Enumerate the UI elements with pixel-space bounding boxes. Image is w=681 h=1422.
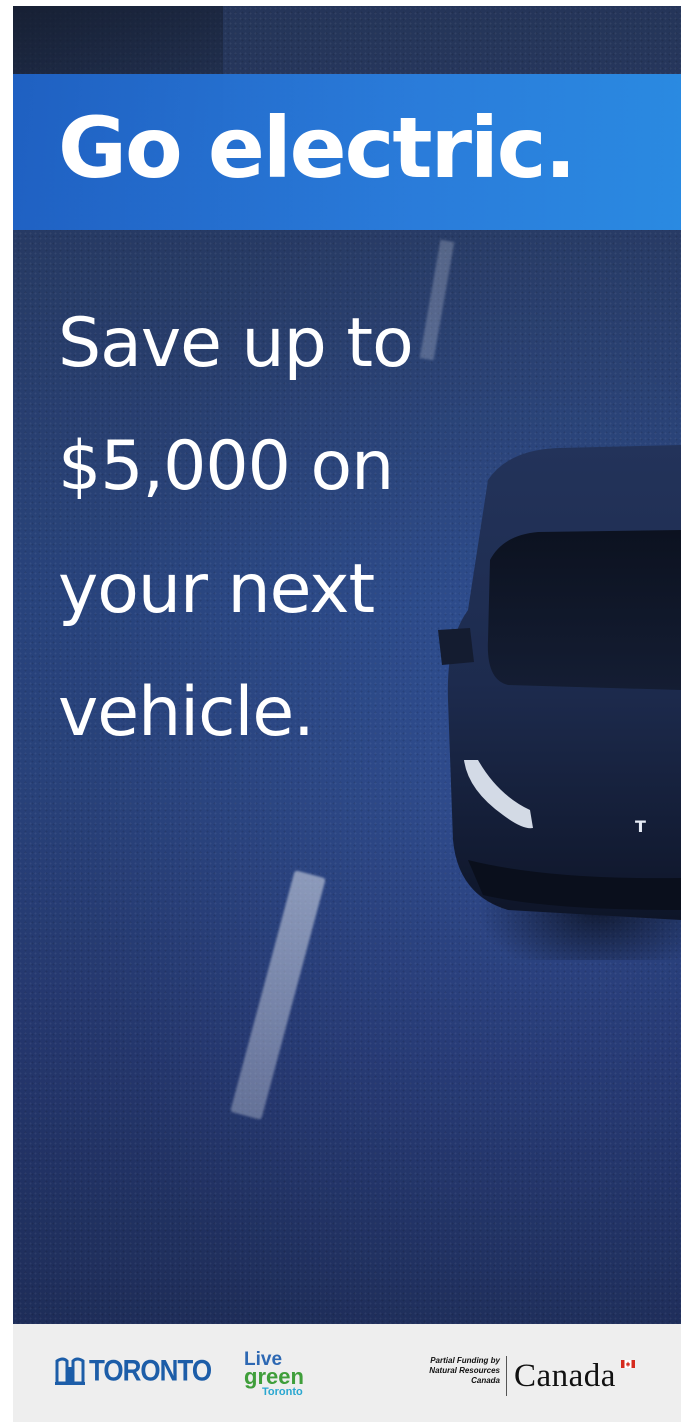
offer-line: vehicle.	[58, 673, 315, 752]
live-green-line3: Toronto	[262, 1386, 303, 1398]
funding-credit: Partial Funding by Natural Resources Can…	[410, 1356, 500, 1386]
offer-line: your next	[58, 550, 375, 629]
live-green-toronto-logo: Live green Toronto	[244, 1350, 324, 1408]
funding-line: Canada	[471, 1376, 500, 1385]
offer-line: Save up to	[58, 304, 414, 383]
live-green-line2: green	[244, 1364, 304, 1389]
toronto-wordmark: TORONTO	[89, 1352, 212, 1387]
funding-line: Natural Resources	[429, 1366, 500, 1375]
toronto-city-hall-icon	[55, 1357, 85, 1385]
offer-line: $5,000 on	[58, 427, 394, 506]
logo-divider	[506, 1356, 507, 1396]
city-of-toronto-logo: TORONTO	[55, 1350, 212, 1390]
canada-flag-icon	[621, 1360, 635, 1368]
offer-text: Save up to $5,000 on your next vehicle.	[58, 282, 528, 774]
funding-line: Partial Funding by	[430, 1356, 500, 1365]
canada-wordmark: Canada	[514, 1358, 616, 1394]
headline: Go electric.	[58, 99, 577, 197]
car-badge: T	[635, 817, 646, 836]
advertisement: T Go electric. Save up to $5,000 on your…	[0, 0, 681, 1422]
